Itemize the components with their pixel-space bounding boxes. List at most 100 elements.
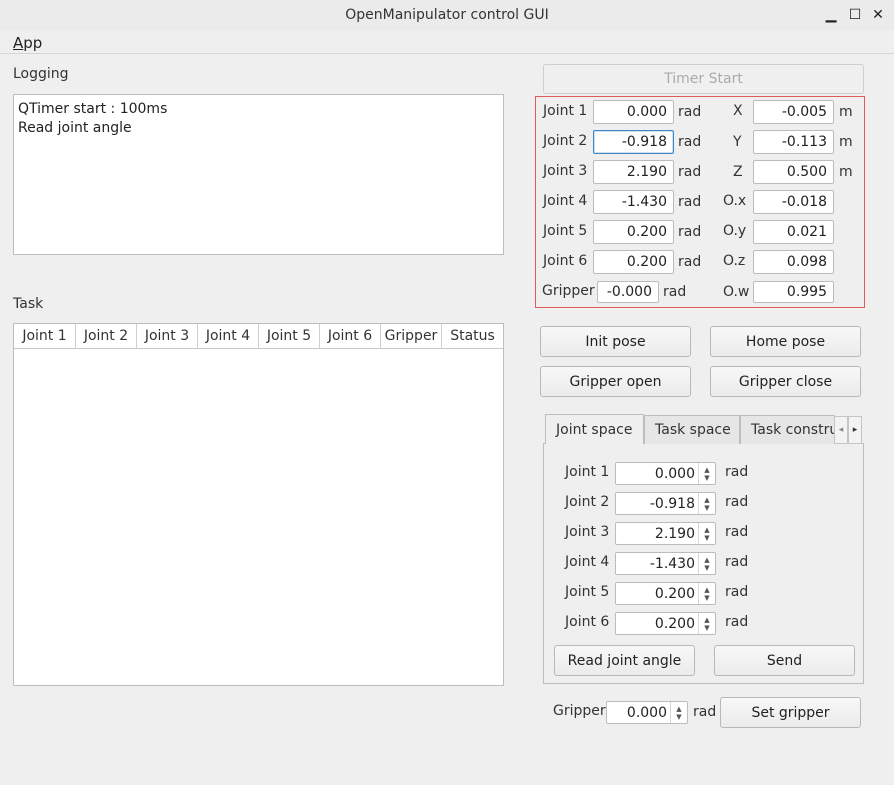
joint-1-spinbox-value: 0.000 <box>654 465 695 482</box>
status-joint-1-value[interactable]: 0.000 <box>593 100 674 124</box>
status-ox-value[interactable]: -0.018 <box>753 190 834 214</box>
gripper-close-button[interactable]: Gripper close <box>710 366 861 397</box>
joint-5-unit: rad <box>725 584 749 600</box>
column-header-joint-1[interactable]: Joint 1 <box>14 324 76 348</box>
status-x-label: X <box>733 103 743 119</box>
status-joint-6-label: Joint 6 <box>543 253 588 269</box>
menu-bar <box>0 30 894 54</box>
joint-5-spinbox-value: 0.200 <box>654 585 695 602</box>
status-joint-5-value[interactable]: 0.200 <box>593 220 674 244</box>
spin-arrows-icon[interactable]: ▲ ▼ <box>698 463 715 484</box>
gripper-spinbox-value: 0.000 <box>626 704 667 721</box>
tab-scroll-left-icon[interactable]: ◂ <box>834 416 848 444</box>
column-header-joint-6[interactable]: Joint 6 <box>320 324 381 348</box>
menu-app-mnemonic: A <box>13 34 24 52</box>
gripper-label: Gripper <box>553 703 606 719</box>
status-joint-1-label: Joint 1 <box>543 103 588 119</box>
joint-5-label: Joint 5 <box>565 584 610 600</box>
status-y-label: Y <box>733 134 742 150</box>
status-joint-1-unit: rad <box>678 104 702 120</box>
joint-4-label: Joint 4 <box>565 554 610 570</box>
spin-arrows-icon[interactable]: ▲ ▼ <box>698 523 715 544</box>
tab-joint-space[interactable]: Joint space <box>545 414 644 444</box>
gripper-unit: rad <box>693 704 717 720</box>
logging-content: QTimer start : 100ms Read joint angle <box>18 100 167 138</box>
status-ow-value[interactable]: 0.995 <box>753 281 834 303</box>
spin-arrows-icon[interactable]: ▲ ▼ <box>698 493 715 514</box>
status-oy-label: O.y <box>723 223 747 239</box>
log-line: QTimer start : 100ms <box>18 101 168 117</box>
gripper-open-button[interactable]: Gripper open <box>540 366 691 397</box>
status-joint-5-unit: rad <box>678 224 702 240</box>
tab-scroll-right-icon[interactable]: ▸ <box>848 416 862 444</box>
set-gripper-button[interactable]: Set gripper <box>720 697 861 728</box>
send-button[interactable]: Send <box>714 645 855 676</box>
status-joint-3-label: Joint 3 <box>543 163 588 179</box>
column-header-joint-4[interactable]: Joint 4 <box>198 324 259 348</box>
window-title: OpenManipulator control GUI <box>345 7 549 23</box>
status-joint-3-value[interactable]: 2.190 <box>593 160 674 184</box>
joint-6-spinbox-value: 0.200 <box>654 615 695 632</box>
joint-3-spinbox[interactable]: 2.190 ▲ ▼ <box>615 522 716 545</box>
joint-2-unit: rad <box>725 494 749 510</box>
column-header-joint-3[interactable]: Joint 3 <box>137 324 198 348</box>
status-joint-4-value[interactable]: -1.430 <box>593 190 674 214</box>
joint-2-spinbox-value: -0.918 <box>649 495 695 512</box>
status-oz-label: O.z <box>723 253 746 269</box>
logging-label: Logging <box>13 66 69 82</box>
joint-1-spinbox[interactable]: 0.000 ▲ ▼ <box>615 462 716 485</box>
joint-1-label: Joint 1 <box>565 464 610 480</box>
task-table[interactable]: Joint 1 Joint 2 Joint 3 Joint 4 Joint 5 … <box>13 323 504 686</box>
column-header-joint-2[interactable]: Joint 2 <box>76 324 137 348</box>
status-ox-label: O.x <box>723 193 747 209</box>
joint-1-unit: rad <box>725 464 749 480</box>
tab-task-space[interactable]: Task space <box>644 415 740 444</box>
joint-5-spinbox[interactable]: 0.200 ▲ ▼ <box>615 582 716 605</box>
home-pose-button[interactable]: Home pose <box>710 326 861 357</box>
spin-arrows-icon[interactable]: ▲ ▼ <box>698 583 715 604</box>
close-icon[interactable]: ✕ <box>869 6 887 24</box>
status-joint-2-value[interactable]: -0.918 <box>593 130 674 154</box>
status-oz-value[interactable]: 0.098 <box>753 250 834 274</box>
joint-4-spinbox[interactable]: -1.430 ▲ ▼ <box>615 552 716 575</box>
menu-app[interactable]: App <box>13 34 42 52</box>
status-y-unit: m <box>839 134 853 150</box>
status-joint-6-value[interactable]: 0.200 <box>593 250 674 274</box>
spin-arrows-icon[interactable]: ▲ ▼ <box>698 613 715 634</box>
joint-3-spinbox-value: 2.190 <box>654 525 695 542</box>
joint-6-spinbox[interactable]: 0.200 ▲ ▼ <box>615 612 716 635</box>
status-z-value[interactable]: 0.500 <box>753 160 834 184</box>
read-joint-angle-button[interactable]: Read joint angle <box>554 645 695 676</box>
spin-arrows-icon[interactable]: ▲ ▼ <box>670 702 687 723</box>
timer-start-button[interactable]: Timer Start <box>543 64 864 94</box>
column-header-status[interactable]: Status <box>442 324 503 348</box>
minimize-icon[interactable]: ▁ <box>822 6 840 24</box>
joint-6-label: Joint 6 <box>565 614 610 630</box>
init-pose-button[interactable]: Init pose <box>540 326 691 357</box>
log-line: Read joint angle <box>18 120 132 136</box>
status-joint-3-unit: rad <box>678 164 702 180</box>
status-joint-4-label: Joint 4 <box>543 193 588 209</box>
status-y-value[interactable]: -0.113 <box>753 130 834 154</box>
status-joint-2-unit: rad <box>678 134 702 150</box>
menu-app-rest: pp <box>23 34 43 52</box>
status-oy-value[interactable]: 0.021 <box>753 220 834 244</box>
joint-2-label: Joint 2 <box>565 494 610 510</box>
table-header: Joint 1 Joint 2 Joint 3 Joint 4 Joint 5 … <box>14 324 503 349</box>
column-header-joint-5[interactable]: Joint 5 <box>259 324 320 348</box>
status-ow-label: O.w <box>723 284 750 300</box>
tab-task-constructor[interactable]: Task constru <box>740 415 835 444</box>
spin-arrows-icon[interactable]: ▲ ▼ <box>698 553 715 574</box>
joint-3-unit: rad <box>725 524 749 540</box>
status-x-unit: m <box>839 104 853 120</box>
status-x-value[interactable]: -0.005 <box>753 100 834 124</box>
gripper-spinbox[interactable]: 0.000 ▲ ▼ <box>606 701 688 724</box>
joint-2-spinbox[interactable]: -0.918 ▲ ▼ <box>615 492 716 515</box>
status-z-unit: m <box>839 164 853 180</box>
status-z-label: Z <box>733 164 743 180</box>
joint-4-unit: rad <box>725 554 749 570</box>
column-header-gripper[interactable]: Gripper <box>381 324 442 348</box>
maximize-icon[interactable]: ☐ <box>846 6 864 24</box>
joint-6-unit: rad <box>725 614 749 630</box>
status-gripper-value[interactable]: -0.000 <box>597 281 659 303</box>
